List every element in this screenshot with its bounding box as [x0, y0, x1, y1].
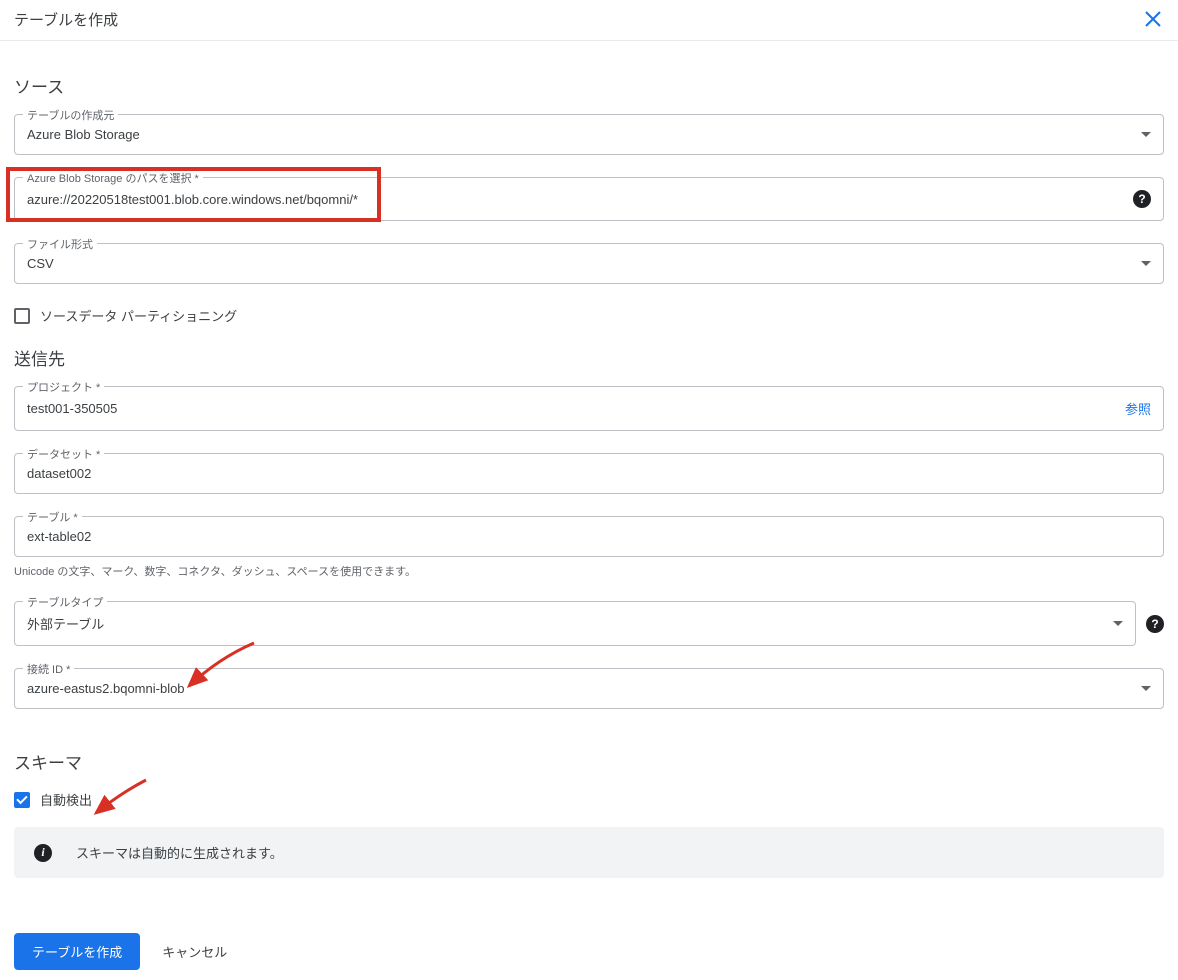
field-create-from: テーブルの作成元 Azure Blob Storage — [14, 114, 1164, 155]
select-format[interactable]: CSV — [14, 243, 1164, 284]
section-title-source: ソース — [14, 73, 1164, 98]
field-dataset: データセット * — [14, 453, 1164, 494]
field-path: Azure Blob Storage のパスを選択 * ? — [14, 177, 1164, 221]
field-format: ファイル形式 CSV — [14, 243, 1164, 284]
checkbox-auto-detect-label: 自動検出 — [40, 790, 92, 809]
info-banner: i スキーマは自動的に生成されます。 — [14, 827, 1164, 878]
select-connection[interactable]: azure-eastus2.bqomni-blob — [14, 668, 1164, 709]
create-button[interactable]: テーブルを作成 — [14, 933, 140, 970]
chevron-down-icon — [1141, 686, 1151, 691]
label-project: プロジェクト * — [23, 379, 104, 395]
checkbox-partitioning-label: ソースデータ パーティショニング — [40, 306, 237, 325]
field-project: プロジェクト * 参照 — [14, 386, 1164, 431]
label-create-from: テーブルの作成元 — [23, 107, 118, 123]
label-table-type: テーブルタイプ — [23, 594, 107, 610]
input-dataset-wrapper[interactable] — [14, 453, 1164, 494]
chevron-down-icon — [1141, 261, 1151, 266]
input-project-wrapper[interactable]: 参照 — [14, 386, 1164, 431]
input-table-wrapper[interactable] — [14, 516, 1164, 557]
field-table-type: テーブルタイプ 外部テーブル — [14, 601, 1136, 646]
select-create-from[interactable]: Azure Blob Storage — [14, 114, 1164, 155]
table-helper-text: Unicode の文字、マーク、数字、コネクタ、ダッシュ、スペースを使用できます… — [14, 563, 1164, 579]
select-create-from-value: Azure Blob Storage — [27, 127, 140, 142]
checkbox-box-checked[interactable] — [14, 792, 30, 808]
cancel-button[interactable]: キャンセル — [162, 942, 227, 961]
field-table: テーブル * — [14, 516, 1164, 557]
info-icon: i — [34, 844, 52, 862]
section-title-schema: スキーマ — [14, 749, 1164, 774]
input-project[interactable] — [27, 401, 1117, 416]
select-format-value: CSV — [27, 256, 54, 271]
select-table-type[interactable]: 外部テーブル — [14, 601, 1136, 646]
input-table[interactable] — [27, 529, 1151, 544]
chevron-down-icon — [1113, 621, 1123, 626]
input-dataset[interactable] — [27, 466, 1151, 481]
close-icon[interactable] — [1142, 8, 1164, 30]
browse-link[interactable]: 参照 — [1125, 399, 1151, 418]
dialog-footer: テーブルを作成 キャンセル — [14, 933, 227, 970]
chevron-down-icon — [1141, 132, 1151, 137]
dialog-title: テーブルを作成 — [14, 9, 118, 30]
label-table: テーブル * — [23, 509, 82, 525]
section-title-destination: 送信先 — [14, 345, 1164, 370]
info-text: スキーマは自動的に生成されます。 — [76, 843, 283, 862]
help-icon[interactable]: ? — [1146, 615, 1164, 633]
checkbox-auto-detect[interactable]: 自動検出 — [14, 790, 1164, 809]
select-table-type-value: 外部テーブル — [27, 614, 104, 633]
checkbox-partitioning[interactable]: ソースデータ パーティショニング — [14, 306, 1164, 325]
checkbox-box[interactable] — [14, 308, 30, 324]
label-connection: 接続 ID * — [23, 661, 74, 677]
help-icon[interactable]: ? — [1133, 190, 1151, 208]
label-dataset: データセット * — [23, 446, 104, 462]
label-format: ファイル形式 — [23, 236, 97, 252]
label-path: Azure Blob Storage のパスを選択 * — [23, 170, 203, 186]
input-path[interactable] — [27, 192, 1133, 207]
dialog-header: テーブルを作成 — [0, 0, 1178, 40]
select-connection-value: azure-eastus2.bqomni-blob — [27, 681, 185, 696]
field-connection: 接続 ID * azure-eastus2.bqomni-blob — [14, 668, 1164, 709]
